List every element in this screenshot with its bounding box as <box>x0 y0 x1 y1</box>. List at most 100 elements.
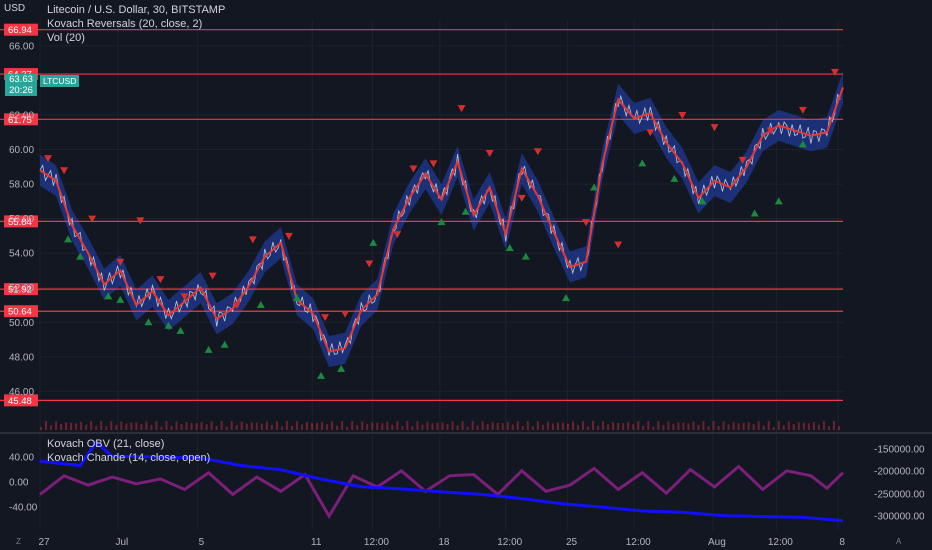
volume-bar <box>260 423 263 430</box>
volume-bar <box>662 425 665 430</box>
volume-bar <box>707 426 710 430</box>
level-label: 66.94 <box>8 25 32 36</box>
volume-bar <box>587 426 590 430</box>
volume-bar <box>787 421 790 430</box>
volume-bar <box>551 423 554 430</box>
volume-bar <box>597 425 600 430</box>
volume-bar <box>215 425 218 430</box>
volume-bar <box>240 421 243 430</box>
volume-bar <box>205 424 208 430</box>
volume-bar <box>220 421 223 430</box>
volume-bar <box>40 427 42 430</box>
volume-bar <box>807 423 810 430</box>
osc-right-tick: -150000.00 <box>874 445 925 456</box>
volume-bar <box>476 425 479 430</box>
y-tick-label: 58.00 <box>9 180 34 191</box>
volume-bar <box>682 422 685 430</box>
volume-bar <box>737 423 740 430</box>
volume-bar <box>642 425 645 430</box>
volume-bar <box>145 421 148 430</box>
volume-bar <box>712 421 715 430</box>
volume-bar <box>722 421 725 430</box>
volume-bar <box>180 424 183 430</box>
volume-bar <box>90 421 93 430</box>
volume-bar <box>446 423 449 430</box>
volume-bar <box>767 421 770 430</box>
volume-bar <box>702 421 705 430</box>
currency-label: USD <box>4 3 26 14</box>
volume-bar <box>155 421 158 430</box>
volume-bar <box>652 426 655 430</box>
chart-background <box>0 0 932 550</box>
volume-bar <box>235 425 238 430</box>
volume-bar <box>110 421 113 430</box>
volume-bar <box>717 426 720 430</box>
chart-window: 66.9464.3761.7555.8451.9250.6445.4846.00… <box>0 0 932 550</box>
volume-bar <box>672 423 675 430</box>
volume-bar <box>386 421 389 430</box>
volume-bar <box>170 425 173 430</box>
volume-bar <box>582 421 585 430</box>
volume-bar <box>311 423 314 430</box>
indicator-kovach-obv[interactable]: Kovach OBV (21, close) <box>47 438 164 450</box>
y-tick-label: 46.00 <box>9 387 34 398</box>
volume-bar <box>331 421 334 430</box>
volume-bar <box>285 421 288 430</box>
volume-bar <box>401 426 404 430</box>
y-tick-label: 52.00 <box>9 283 34 294</box>
x-tick-label: 25 <box>566 537 578 548</box>
chart-canvas[interactable]: 66.9464.3761.7555.8451.9250.6445.4846.00… <box>0 0 932 550</box>
y-tick-label: 62.00 <box>9 111 34 122</box>
volume-bar <box>50 425 53 430</box>
osc-left-tick: 0.00 <box>9 478 29 489</box>
volume-bar <box>125 423 128 430</box>
x-tick-label: 12:00 <box>626 537 651 548</box>
volume-bar <box>536 421 539 430</box>
volume-bar <box>85 424 88 430</box>
osc-right-tick: -250000.00 <box>874 490 925 501</box>
volume-bar <box>526 421 529 430</box>
zoom-icon[interactable]: Z <box>16 537 21 546</box>
volume-bar <box>195 423 198 430</box>
ticker-badge[interactable]: LTCUSD <box>40 75 80 87</box>
volume-bar <box>421 424 424 430</box>
volume-bar <box>822 421 825 430</box>
indicator-volume[interactable]: Vol (20) <box>47 32 85 44</box>
volume-bar <box>115 424 118 430</box>
volume-bar <box>321 422 324 430</box>
volume-bar <box>150 425 153 430</box>
volume-bar <box>657 421 660 430</box>
volume-bar <box>210 421 213 430</box>
volume-bar <box>546 421 549 430</box>
volume-bar <box>511 424 514 430</box>
volume-bar <box>411 426 414 430</box>
volume-bar <box>566 423 569 430</box>
volume-bar <box>70 422 73 430</box>
x-tick-label: 11 <box>311 537 322 548</box>
volume-bar <box>486 424 489 430</box>
volume-bar <box>461 421 464 430</box>
volume-bar <box>346 426 349 430</box>
indicator-kovach-chande[interactable]: Kovach Chande (14, close, open) <box>47 452 210 464</box>
volume-bar <box>316 422 319 430</box>
volume-bar <box>727 424 730 430</box>
y-tick-label: 48.00 <box>9 352 34 363</box>
volume-bar <box>521 426 524 430</box>
volume-bar <box>571 421 574 430</box>
indicator-kovach-reversals[interactable]: Kovach Reversals (20, close, 2) <box>47 18 202 30</box>
volume-bar <box>732 421 735 430</box>
volume-bar <box>265 421 268 430</box>
volume-bar <box>175 421 178 430</box>
volume-bar <box>326 424 329 430</box>
volume-bar <box>140 423 143 430</box>
price-badge: 63.63 20:26 <box>5 74 37 96</box>
volume-bar <box>100 421 103 430</box>
volume-bar <box>290 425 293 430</box>
y-tick-label: 50.00 <box>9 318 34 329</box>
volume-bar <box>381 423 384 430</box>
volume-bar <box>55 421 58 430</box>
volume-bar <box>190 422 193 430</box>
volume-bar <box>677 422 680 430</box>
auto-scale-icon[interactable]: A <box>896 537 901 546</box>
volume-bar <box>165 421 168 430</box>
